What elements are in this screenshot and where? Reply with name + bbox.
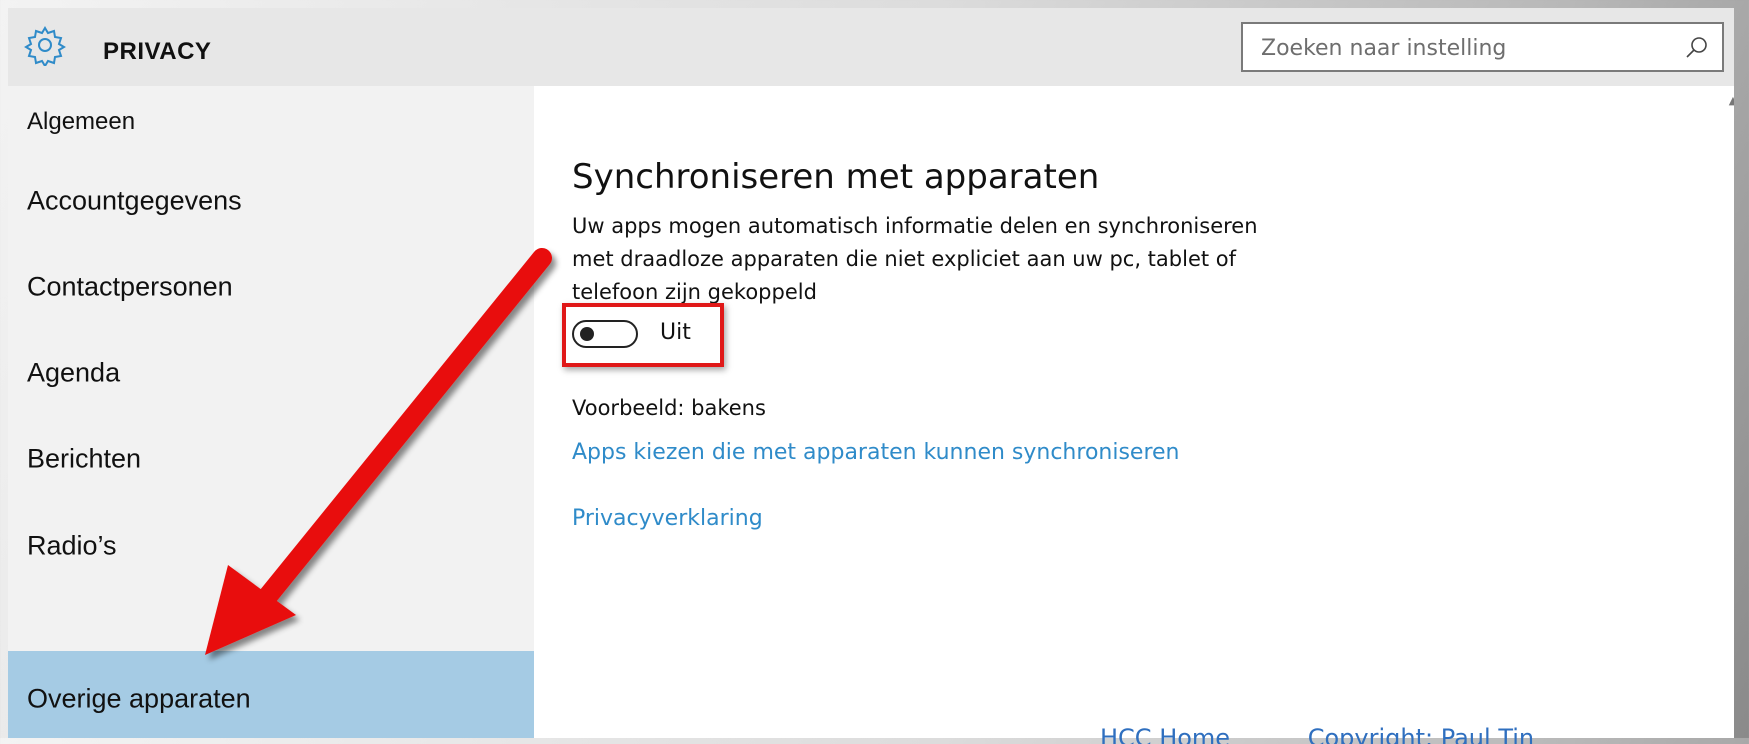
- sidebar-item-accountgegevens[interactable]: Accountgegevens: [8, 153, 534, 249]
- footer-link-copyright[interactable]: Copyright: Paul Tin: [1308, 724, 1534, 744]
- privacy-statement-link[interactable]: Privacyverklaring: [572, 506, 763, 531]
- scroll-up-arrow[interactable]: ▲: [1726, 94, 1734, 108]
- search-icon[interactable]: [1684, 35, 1710, 61]
- toggle-highlight-box: [562, 303, 724, 367]
- title-bar: PRIVACY Zoeken naar instelling: [8, 8, 1734, 86]
- sidebar-item-label: Algemeen: [27, 108, 136, 135]
- settings-window: PRIVACY Zoeken naar instelling Algemeen …: [8, 8, 1734, 738]
- sidebar-item-label: Berichten: [27, 443, 142, 474]
- page-title: Synchroniseren met apparaten: [572, 156, 1100, 197]
- sidebar: Algemeen Accountgegevens Contactpersonen…: [8, 86, 534, 738]
- sidebar-item-berichten[interactable]: Berichten: [8, 411, 534, 507]
- sidebar-item-label: Accountgegevens: [27, 185, 242, 216]
- sidebar-item-agenda[interactable]: Agenda: [8, 325, 534, 421]
- sidebar-item-label: Overige apparaten: [27, 683, 251, 714]
- sidebar-item-radios[interactable]: Radio’s: [8, 498, 534, 594]
- footer-link-home[interactable]: HCC Home: [1100, 724, 1230, 744]
- sidebar-item-label: Agenda: [27, 357, 121, 388]
- sidebar-item-contactpersonen[interactable]: Contactpersonen: [8, 239, 534, 335]
- search-input[interactable]: Zoeken naar instelling: [1241, 22, 1724, 72]
- setting-description: Uw apps mogen automatisch informatie del…: [572, 214, 1258, 304]
- footer-links: HCC Home Copyright: Paul Tin: [1100, 724, 1700, 744]
- gear-icon: [24, 26, 66, 66]
- app-title: PRIVACY: [103, 38, 212, 65]
- search-placeholder: Zoeken naar instelling: [1261, 36, 1507, 61]
- sidebar-item-label: Radio’s: [27, 530, 117, 561]
- example-text: Voorbeeld: bakens: [572, 396, 766, 420]
- sidebar-item-overige-apparaten[interactable]: Overige apparaten: [8, 651, 534, 738]
- choose-apps-link[interactable]: Apps kiezen die met apparaten kunnen syn…: [572, 440, 1180, 465]
- sidebar-item-label: Contactpersonen: [27, 271, 233, 302]
